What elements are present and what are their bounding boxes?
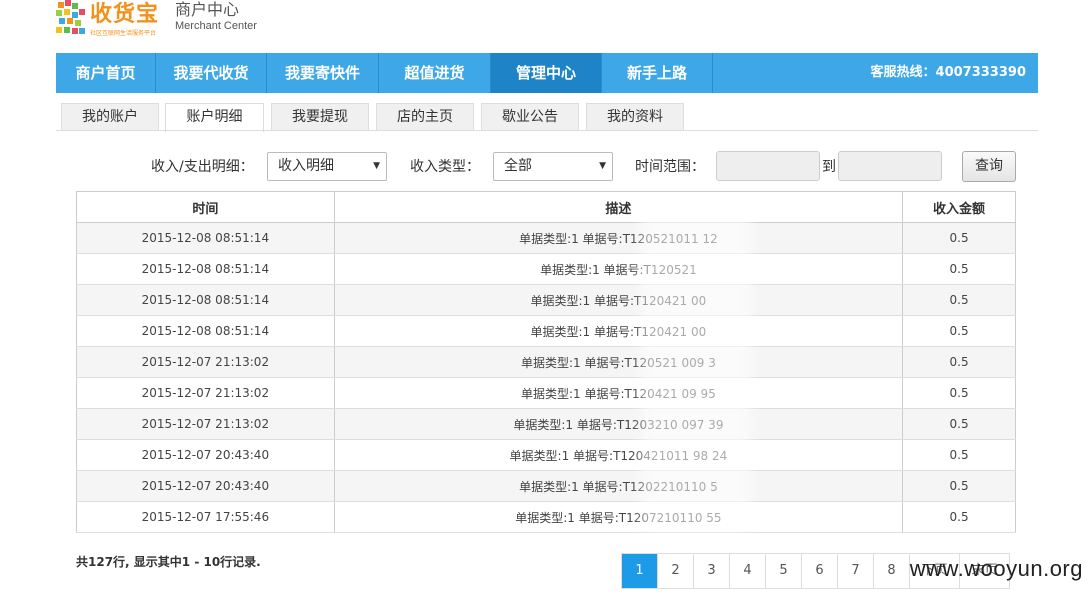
cell-time: 2015-12-07 20:43:40 (76, 470, 335, 502)
page-1[interactable]: 1 (622, 554, 658, 588)
income-type-label: 收入类型： (410, 159, 480, 175)
cell-description: 单据类型:1 单据号:T1202210110 5 (333, 470, 904, 502)
account-details-table: 时间 描述 收入金额 2015-12-08 08:51:14 单据类型:1 单据… (76, 191, 1016, 533)
income-type-select[interactable]: 全部 ▼ (493, 152, 613, 181)
page-5[interactable]: 5 (766, 554, 802, 588)
page-2[interactable]: 2 (658, 554, 694, 588)
cell-amount: 0.5 (902, 470, 1016, 502)
column-header-time: 时间 (76, 191, 335, 223)
cell-time: 2015-12-07 20:43:40 (76, 439, 335, 471)
income-type-value: 全部 (504, 158, 532, 174)
cell-amount: 0.5 (902, 253, 1016, 285)
table-row: 2015-12-07 20:43:40 单据类型:1 单据号:T12022101… (76, 470, 1016, 502)
nav-home[interactable]: 商户首页 (56, 53, 156, 93)
page-3[interactable]: 3 (694, 554, 730, 588)
cell-description: 单据类型:1 单据号:T120421 09 95 (333, 377, 904, 409)
to-label: 到 (822, 159, 836, 175)
start-date-input[interactable] (716, 151, 820, 181)
record-summary: 共127行, 显示其中1 - 10行记录. (76, 555, 261, 569)
table-row: 2015-12-07 21:13:02 单据类型:1 单据号:T120421 0… (76, 377, 1016, 409)
cell-time: 2015-12-08 08:51:14 (76, 284, 335, 316)
cell-time: 2015-12-08 08:51:14 (76, 253, 335, 285)
merchant-center-subtitle: Merchant Center (175, 20, 257, 32)
table-row: 2015-12-08 08:51:14 单据类型:1 单据号:T120421 0… (76, 284, 1016, 316)
nav-send-express[interactable]: 我要寄快件 (267, 53, 379, 93)
table-row: 2015-12-08 08:51:14 单据类型:1 单据号:T120521 0… (76, 253, 1016, 285)
logo-slogan: 社区互联网生活服务平台 (90, 30, 157, 37)
cell-amount: 0.5 (902, 315, 1016, 347)
cell-amount: 0.5 (902, 284, 1016, 316)
cell-description: 单据类型:1 单据号:T120521 (333, 253, 904, 285)
cell-description: 单据类型:1 单据号:T120521011 12 (333, 222, 904, 254)
nav-wholesale[interactable]: 超值进货 (379, 53, 491, 93)
tabs-divider (56, 130, 1038, 131)
table-row: 2015-12-08 08:51:14 单据类型:1 单据号:T12052101… (76, 222, 1016, 254)
table-row: 2015-12-07 20:43:40 单据类型:1 单据号:T12042101… (76, 439, 1016, 471)
cell-time: 2015-12-08 08:51:14 (76, 222, 335, 254)
cell-time: 2015-12-08 08:51:14 (76, 315, 335, 347)
page-8[interactable]: 8 (874, 554, 910, 588)
time-range-label: 时间范围： (635, 159, 705, 175)
cell-description: 单据类型:1 单据号:T120421 00 (333, 315, 904, 347)
logo-mosaic-icon (56, 0, 86, 38)
tab-closure-notice[interactable]: 歇业公告 (481, 103, 579, 131)
page-4[interactable]: 4 (730, 554, 766, 588)
cell-amount: 0.5 (902, 377, 1016, 409)
cell-description: 单据类型:1 单据号:T120421011 98 24 (333, 439, 904, 471)
chevron-down-icon: ▼ (373, 161, 380, 171)
cell-description: 单据类型:1 单据号:T1203210 097 39 (333, 408, 904, 440)
tab-shop-homepage[interactable]: 店的主页 (376, 103, 474, 131)
table-row: 2015-12-07 21:13:02 单据类型:1 单据号:T120521 0… (76, 346, 1016, 378)
table-row: 2015-12-07 17:55:46 单据类型:1 单据号:T12072101… (76, 501, 1016, 533)
cell-description: 单据类型:1 单据号:T120421 00 (333, 284, 904, 316)
cell-amount: 0.5 (902, 439, 1016, 471)
table-row: 2015-12-08 08:51:14 单据类型:1 单据号:T120421 0… (76, 315, 1016, 347)
tab-withdraw[interactable]: 我要提现 (271, 103, 369, 131)
cell-time: 2015-12-07 21:13:02 (76, 377, 335, 409)
cell-amount: 0.5 (902, 222, 1016, 254)
merchant-center-title: 商户中心 (175, 0, 240, 19)
cell-time: 2015-12-07 21:13:02 (76, 408, 335, 440)
main-nav: 商户首页 我要代收货 我要寄快件 超值进货 管理中心 新手上路 客服热线：400… (56, 53, 1038, 93)
nav-collect-parcel[interactable]: 我要代收货 (156, 53, 267, 93)
service-hotline: 客服热线：4007333390 (870, 65, 1026, 80)
cell-description: 单据类型:1 单据号:T120521 009 3 (333, 346, 904, 378)
column-header-amount: 收入金额 (902, 191, 1016, 223)
chevron-down-icon: ▼ (599, 161, 606, 171)
tab-my-profile[interactable]: 我的资料 (586, 103, 684, 131)
page-7[interactable]: 7 (838, 554, 874, 588)
page-6[interactable]: 6 (802, 554, 838, 588)
nav-management[interactable]: 管理中心 (491, 53, 602, 93)
end-date-input[interactable] (838, 151, 942, 181)
watermark: www.wooyun.org (909, 556, 1083, 581)
logo-brand-name: 收货宝 (90, 2, 160, 27)
cell-amount: 0.5 (902, 408, 1016, 440)
table-row: 2015-12-07 21:13:02 单据类型:1 单据号:T1203210 … (76, 408, 1016, 440)
filter-bar: 收入/支出明细： 收入明细 ▼ 收入类型： 全部 ▼ 时间范围： 到 查询 (0, 150, 1091, 182)
cell-time: 2015-12-07 21:13:02 (76, 346, 335, 378)
query-button[interactable]: 查询 (962, 151, 1016, 182)
cell-amount: 0.5 (902, 501, 1016, 533)
nav-beginner-guide[interactable]: 新手上路 (602, 53, 713, 93)
tab-my-account[interactable]: 我的账户 (61, 103, 159, 131)
detail-type-select[interactable]: 收入明细 ▼ (267, 152, 387, 181)
detail-type-value: 收入明细 (278, 158, 334, 174)
cell-description: 单据类型:1 单据号:T1207210110 55 (333, 501, 904, 533)
cell-time: 2015-12-07 17:55:46 (76, 501, 335, 533)
logo[interactable]: 收货宝 社区互联网生活服务平台 商户中心 Merchant Center (56, 0, 257, 42)
column-header-description: 描述 (333, 191, 904, 223)
tab-account-details[interactable]: 账户明细 (165, 103, 264, 132)
detail-type-label: 收入/支出明细： (151, 159, 254, 175)
cell-amount: 0.5 (902, 346, 1016, 378)
